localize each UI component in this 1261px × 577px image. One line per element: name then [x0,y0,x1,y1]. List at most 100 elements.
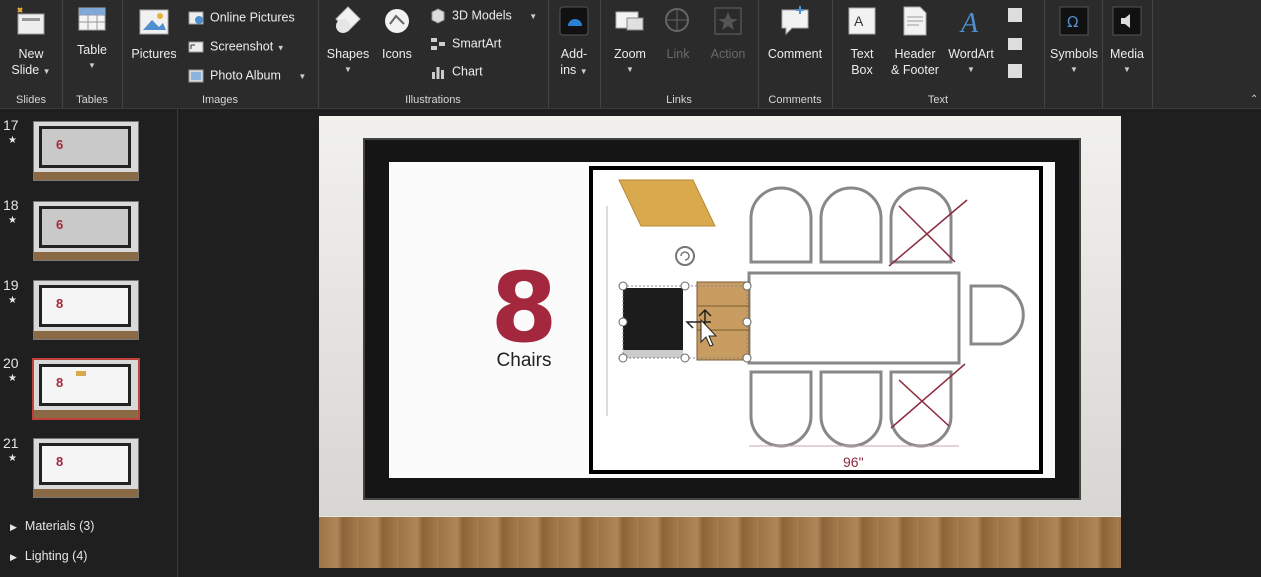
expand-arrow-icon: ▶ [10,552,17,562]
floor-plan-drawing [606,179,1025,448]
object-icon[interactable] [1008,64,1022,78]
chairs-caption[interactable]: Chairs [469,350,579,372]
thumbnail-frame: 6 [39,206,131,248]
inserted-screenshot-base [623,350,683,358]
text-box-button[interactable]: A Text Box [838,4,886,78]
dining-table [747,271,961,365]
zoom-button[interactable]: Zoom ▼ [606,4,654,78]
expand-arrow-icon: ▶ [10,522,17,532]
thumbnail-frame: 8 [39,443,131,485]
chair-bottom-1 [749,370,813,448]
thumbnail-floor [34,489,138,497]
online-pictures-button[interactable]: Online Pictures [188,10,295,26]
slide-thumbnail-20-selected[interactable]: 8 [32,358,140,420]
dimension-label: 96" [843,454,864,470]
media-label: Media [1109,47,1145,61]
new-slide-icon [17,7,45,35]
thumbnail-floor [34,172,138,180]
slide-thumbnail-17[interactable]: 6 [33,121,139,181]
table-label: Table [77,43,107,57]
chair-end [969,284,1025,346]
action-star-icon [714,7,742,35]
3d-models-button[interactable]: 3D Models ▼ [430,8,537,24]
rotate-handle-icon [675,246,695,266]
shapes-icon [335,6,361,33]
thumbnail-frame: 8 [39,364,131,406]
date-time-icon[interactable] [1008,38,1022,50]
group-label-slides: Slides [16,94,46,106]
chevron-down-icon: ▼ [579,67,588,76]
section-lighting[interactable]: ▶ Lighting (4) [10,549,87,563]
header-footer-icon [903,6,927,36]
new-slide-label-1: New [18,47,44,61]
group-addins: Add- ins ▼ [548,0,601,108]
chevron-down-icon: ▼ [967,65,975,74]
slide-number: 17 [3,117,19,133]
new-slide-button[interactable]: New Slide ▼ [4,4,58,80]
pictures-button[interactable]: Pictures [128,4,180,62]
online-pictures-label: Online Pictures [210,10,295,25]
thumbnail-frame: 8 [39,285,131,327]
slide-editing-canvas[interactable]: 8 Chairs 96" [319,116,1121,568]
thumbnail-frame: 6 [39,126,131,168]
shapes-label: Shapes [326,47,370,61]
thumbnail-digit: 6 [56,137,64,152]
shapes-button[interactable]: Shapes ▼ [324,4,372,78]
group-illustrations: Shapes ▼ Icons 3D Models ▼ SmartArt Char… [318,0,549,108]
addins-button[interactable]: Add- ins ▼ [552,4,596,80]
smartart-button[interactable]: SmartArt [430,36,501,52]
header-footer-label-1: Header [894,47,936,61]
ribbon-insert-tab: New Slide ▼ Slides Table ▼ Tables Pictur… [0,0,1261,109]
group-label-tables: Tables [76,94,108,106]
cube-icon [431,8,445,24]
thumbnail-tabletop [76,371,86,376]
group-links: Zoom ▼ Link Action Links [600,0,759,108]
icons-label: Icons [382,47,412,61]
chevron-down-icon: ▼ [626,65,634,74]
photo-album-icon [188,69,204,83]
collapse-ribbon-icon[interactable]: ⌃ [1250,94,1258,105]
slide-thumbnail-pane: 17 ★ 6 18 ★ 6 19 ★ 8 20 ★ 8 21 ★ 8 ▶ Mate… [0,109,178,577]
thumbnail-floor [34,252,138,260]
comment-button[interactable]: Comment [764,4,826,62]
photo-album-button[interactable]: Photo Album ▼ [188,68,306,84]
pictures-label: Pictures [131,47,177,61]
svg-text:A: A [959,8,979,38]
svg-text:Ω: Ω [1067,13,1078,31]
chevron-down-icon: ▼ [1070,65,1078,74]
chevron-down-icon: ▼ [276,43,285,53]
chart-button[interactable]: Chart [430,64,483,80]
action-button[interactable]: Action [704,4,752,62]
table-button[interactable]: Table ▼ [70,4,114,74]
new-slide-label-2: Slide [11,63,40,77]
section-materials[interactable]: ▶ Materials (3) [10,519,94,533]
transition-star-icon: ★ [8,295,17,306]
3d-models-label: 3D Models [452,8,512,23]
chair-count-number[interactable]: 8 [469,258,579,358]
link-button[interactable]: Link [656,4,700,62]
comment-label: Comment [767,47,823,61]
screenshot-button[interactable]: Screenshot ▼ [188,39,285,55]
floor-plan-box[interactable]: 96" [589,166,1043,474]
signature-line-icon[interactable] [1008,8,1022,22]
addins-label-1: Add- [560,47,588,61]
addins-label-2: ins [560,63,577,77]
slide-number: 20 [3,355,19,371]
slide-thumbnail-21[interactable]: 8 [33,438,139,498]
group-text: A Text Box Header & Footer A WordArt ▼ T… [832,0,1045,108]
speaker-icon [1112,6,1142,36]
wood-floor [319,517,1121,568]
media-button[interactable]: Media ▼ [1104,4,1150,78]
slide-content-area[interactable]: 8 Chairs 96" [389,162,1055,478]
smartart-label: SmartArt [452,36,502,51]
icons-button[interactable]: Icons [376,4,418,62]
group-label-text: Text [927,94,949,106]
thumbnail-digit: 6 [56,217,64,232]
globe-link-icon [665,8,689,32]
symbols-button[interactable]: Ω Symbols ▼ [1048,4,1100,78]
slide-number: 21 [3,435,19,451]
header-footer-button[interactable]: Header & Footer [888,4,942,78]
wordart-button[interactable]: A WordArt ▼ [944,4,998,78]
slide-thumbnail-19[interactable]: 8 [33,280,139,340]
slide-thumbnail-18[interactable]: 6 [33,201,139,261]
